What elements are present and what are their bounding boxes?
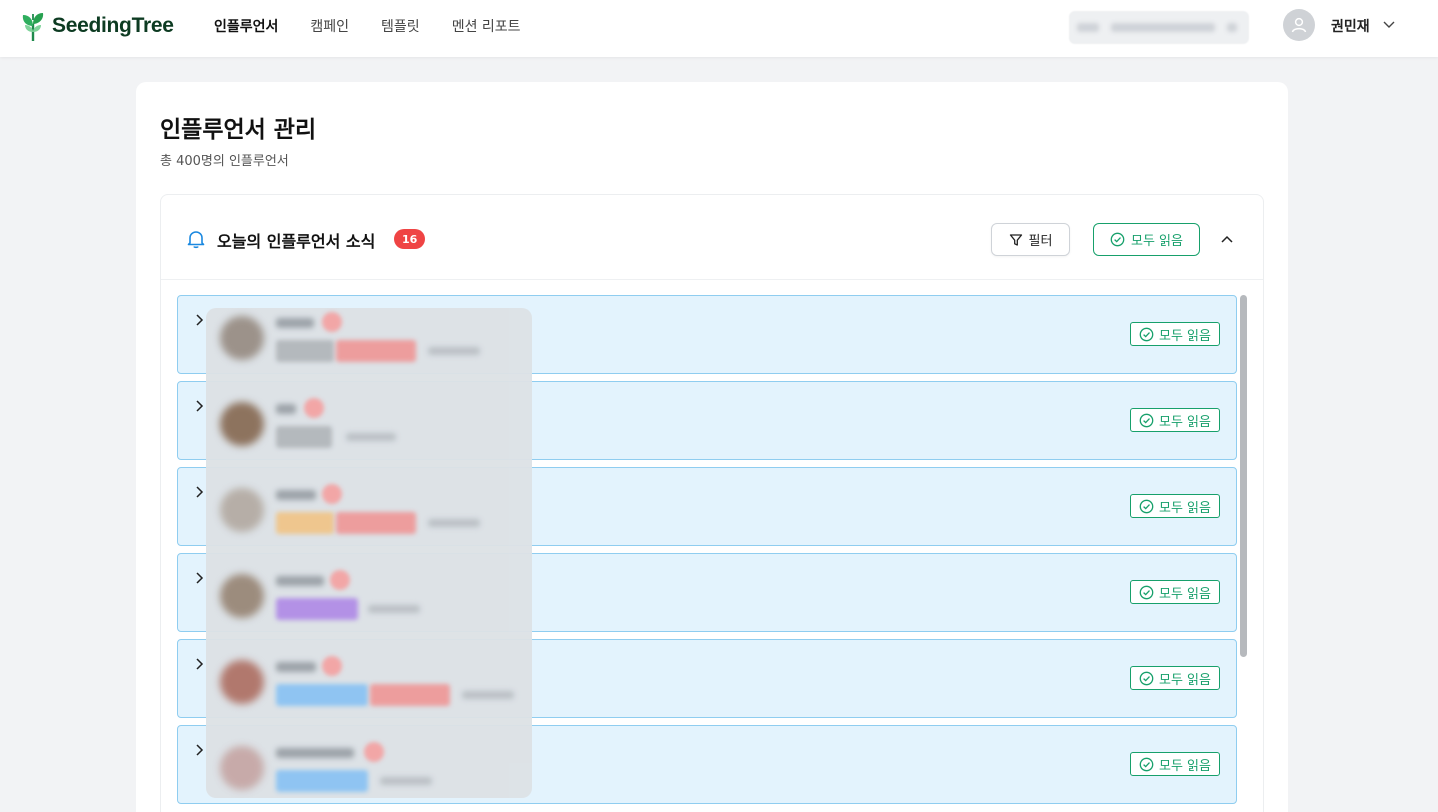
bell-icon [187,231,205,249]
user-name[interactable]: 권민재 [1331,16,1370,36]
check-circle-icon [1139,413,1154,427]
blurred-influencer-entry [206,738,532,812]
blurred-dot [304,398,324,418]
blurred-name [276,748,354,758]
nav-item-campaigns[interactable]: 캠페인 [310,16,349,36]
blurred-dot [330,570,350,590]
news-panel-title: 오늘의 인플루언서 소식 [217,232,376,251]
nav-item-influencers[interactable]: 인플루언서 [214,16,278,36]
blurred-name [276,318,314,328]
row-mark-read-label: 모두 읽음 [1159,414,1211,430]
row-mark-read-button[interactable]: 모두 읽음 [1130,494,1220,518]
chevron-up-icon[interactable] [1219,231,1235,247]
avatar [220,746,264,790]
check-circle-icon [1139,585,1154,599]
brand-logo[interactable]: SeedingTree [20,10,174,42]
chevron-right-icon[interactable] [194,399,206,413]
row-mark-read-label: 모두 읽음 [1159,672,1211,688]
nav-item-templates[interactable]: 템플릿 [381,16,420,36]
blurred-influencer-entry [206,566,532,652]
scrollbar-thumb[interactable] [1240,295,1247,657]
blurred-time [428,347,480,355]
blurred-time [346,433,396,441]
check-circle-icon [1139,757,1154,771]
blurred-tag [336,340,416,362]
avatar [220,316,264,360]
avatar [220,488,264,532]
blurred-tag [276,340,334,362]
blurred-dot [322,484,342,504]
user-icon [1291,17,1307,33]
nav-item-mention-report[interactable]: 멘션 리포트 [452,16,521,36]
row-mark-read-button[interactable]: 모두 읽음 [1130,752,1220,776]
check-circle-icon [1139,499,1154,513]
blurred-time [462,691,514,699]
blurred-dot [322,312,342,332]
blurred-tag [370,684,450,706]
chevron-right-icon[interactable] [194,313,206,327]
check-circle-icon [1110,232,1125,247]
blurred-time [428,519,480,527]
chevron-right-icon[interactable] [194,571,206,585]
row-mark-read-label: 모두 읽음 [1159,328,1211,344]
filter-icon [1009,233,1022,246]
blurred-influencer-entry [206,308,532,394]
blurred-dot [322,656,342,676]
row-mark-read-label: 모두 읽음 [1159,500,1211,516]
avatar [220,660,264,704]
avatar [220,574,264,618]
blurred-time [368,605,420,613]
chevron-right-icon[interactable] [194,485,206,499]
user-avatar[interactable] [1283,9,1315,41]
news-panel-header: 오늘의 인플루언서 소식 16 필터 모두 읽음 [161,195,1263,280]
check-circle-icon [1139,671,1154,685]
check-circle-icon [1139,327,1154,341]
filter-button-label: 필터 [1028,234,1053,249]
row-mark-read-label: 모두 읽음 [1159,586,1211,602]
row-mark-read-button[interactable]: 모두 읽음 [1130,666,1220,690]
blurred-time [380,777,432,785]
blurred-tag [276,770,368,792]
mark-all-read-label: 모두 읽음 [1131,234,1183,249]
chevron-down-icon[interactable] [1382,17,1396,31]
blurred-name [276,576,324,586]
avatar [220,402,264,446]
blurred-dot [364,742,384,762]
chevron-right-icon[interactable] [194,743,206,757]
unread-count-badge: 16 [394,229,426,249]
blurred-tag [336,512,416,534]
row-mark-read-button[interactable]: 모두 읽음 [1130,322,1220,346]
main-nav: 인플루언서 캠페인 템플릿 멘션 리포트 [214,16,553,36]
blurred-name [276,662,316,672]
page-subtitle: 총 400명의 인플루언서 [160,154,289,169]
blurred-influencer-entry [206,394,532,480]
filter-button[interactable]: 필터 [991,223,1070,256]
blurred-tag [276,426,332,448]
row-mark-read-label: 모두 읽음 [1159,758,1211,774]
top-navigation-bar: SeedingTree 인플루언서 캠페인 템플릿 멘션 리포트 권민재 [0,0,1438,57]
blurred-tag [276,684,368,706]
blurred-influencer-entry [206,652,532,738]
row-mark-read-button[interactable]: 모두 읽음 [1130,580,1220,604]
blurred-workspace-selector[interactable] [1069,11,1249,44]
blurred-influencer-info-overlay [206,308,532,798]
chevron-right-icon[interactable] [194,657,206,671]
blurred-tag [276,598,358,620]
mark-all-read-button[interactable]: 모두 읽음 [1093,223,1200,256]
page-title: 인플루언서 관리 [160,117,317,143]
row-mark-read-button[interactable]: 모두 읽음 [1130,408,1220,432]
blurred-influencer-entry [206,480,532,566]
blurred-tag [276,512,334,534]
blurred-name [276,404,296,414]
news-list-scrollbar[interactable] [1239,295,1247,800]
brand-name: SeedingTree [52,14,174,37]
seedling-logo-icon [22,13,44,41]
blurred-name [276,490,316,500]
